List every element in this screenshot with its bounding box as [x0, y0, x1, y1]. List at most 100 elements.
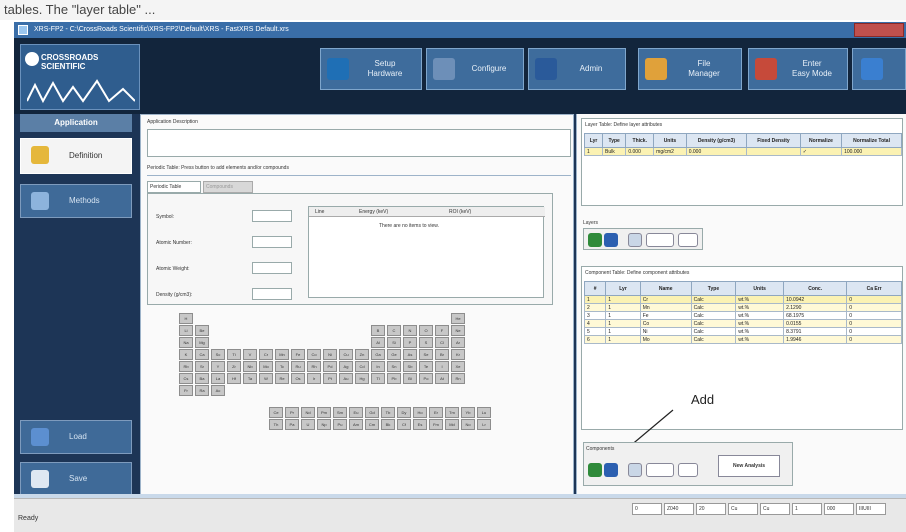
table-row[interactable]: 6 1 Mo Calc wt.% 1.9946 0 [583, 335, 902, 344]
element-sb-button[interactable]: Sb [403, 361, 417, 372]
element-lr-button[interactable]: Lr [477, 419, 491, 430]
table-cell[interactable]: 1.9946 [783, 335, 848, 344]
element-se-button[interactable]: Se [419, 349, 433, 360]
element-pr-button[interactable]: Pr [285, 407, 299, 418]
help-button[interactable] [852, 48, 906, 90]
component-add-icon[interactable] [588, 463, 602, 477]
element-br-button[interactable]: Br [435, 349, 449, 360]
table-cell[interactable]: 0 [846, 319, 902, 328]
element-bk-button[interactable]: Bk [381, 419, 395, 430]
table-cell[interactable]: 1 [605, 311, 641, 320]
window-controls[interactable] [854, 23, 904, 37]
element-rn-button[interactable]: Rn [451, 373, 465, 384]
table-cell[interactable]: Calc [690, 295, 737, 304]
column-header[interactable]: Normalize [799, 133, 843, 148]
column-header[interactable]: Normalize Total [841, 133, 902, 148]
table-cell[interactable]: wt.% [735, 303, 785, 312]
element-pm-button[interactable]: Pm [317, 407, 331, 418]
table-cell[interactable]: 100.000 [841, 147, 902, 156]
configure-button[interactable]: Configure [426, 48, 524, 90]
table-cell[interactable]: Mn [639, 303, 692, 312]
element-cu-button[interactable]: Cu [339, 349, 353, 360]
element-mo-button[interactable]: Mo [259, 361, 273, 372]
element-cd-button[interactable]: Cd [355, 361, 369, 372]
element-th-button[interactable]: Th [269, 419, 283, 430]
element-sn-button[interactable]: Sn [387, 361, 401, 372]
element-dy-button[interactable]: Dy [397, 407, 411, 418]
element-tb-button[interactable]: Tb [381, 407, 395, 418]
element-hf-button[interactable]: Hf [227, 373, 241, 384]
table-cell[interactable]: 5 [583, 327, 607, 336]
element-fr-button[interactable]: Fr [179, 385, 193, 396]
element-nd-button[interactable]: Nd [301, 407, 315, 418]
element-ta-button[interactable]: Ta [243, 373, 257, 384]
element-pb-button[interactable]: Pb [387, 373, 401, 384]
element-be-button[interactable]: Be [195, 325, 209, 336]
element-pt-button[interactable]: Pt [323, 373, 337, 384]
layer-add-icon[interactable] [588, 233, 602, 247]
table-cell[interactable]: 0 [846, 327, 902, 336]
column-header[interactable]: Conc. [783, 281, 848, 296]
element-zn-button[interactable]: Zn [355, 349, 369, 360]
element-ne-button[interactable]: Ne [451, 325, 465, 336]
element-c-button[interactable]: C [387, 325, 401, 336]
table-cell[interactable]: 0 [846, 335, 902, 344]
component-edit-icon[interactable] [628, 463, 642, 477]
table-cell[interactable]: ✓ [799, 147, 843, 156]
element-s-button[interactable]: S [419, 337, 433, 348]
element-ca-button[interactable]: Ca [195, 349, 209, 360]
element-bi-button[interactable]: Bi [403, 373, 417, 384]
component-redo-dropdown[interactable] [678, 463, 698, 477]
element-cf-button[interactable]: Cf [397, 419, 411, 430]
layer-edit-icon[interactable] [628, 233, 642, 247]
element-zr-button[interactable]: Zr [227, 361, 241, 372]
element-cr-button[interactable]: Cr [259, 349, 273, 360]
component-undo-dropdown[interactable] [646, 463, 674, 477]
table-cell[interactable]: 1 [605, 327, 641, 336]
element-in-button[interactable]: In [371, 361, 385, 372]
element-tc-button[interactable]: Tc [275, 361, 289, 372]
easy-mode-button[interactable]: Enter Easy Mode [748, 48, 848, 90]
element-sm-button[interactable]: Sm [333, 407, 347, 418]
table-cell[interactable]: wt.% [735, 335, 785, 344]
element-nb-button[interactable]: Nb [243, 361, 257, 372]
table-cell[interactable]: 2.1290 [783, 303, 848, 312]
element-kr-button[interactable]: Kr [451, 349, 465, 360]
element-po-button[interactable]: Po [419, 373, 433, 384]
table-cell[interactable]: 1 [583, 147, 604, 156]
column-header[interactable]: Lyr [583, 133, 604, 148]
table-cell[interactable]: wt.% [735, 319, 785, 328]
table-cell[interactable]: Ni [639, 327, 692, 336]
element-rb-button[interactable]: Rb [179, 361, 193, 372]
column-header[interactable]: Lyr [605, 281, 641, 296]
line-table[interactable]: Line Energy (keV) ROI (keV) There are no… [308, 206, 545, 298]
sidebar-item-methods[interactable]: Methods [20, 184, 132, 218]
element-ga-button[interactable]: Ga [371, 349, 385, 360]
table-row[interactable]: 5 1 Ni Calc wt.% 8.3791 0 [583, 327, 902, 336]
element-he-button[interactable]: He [451, 313, 465, 324]
element-os-button[interactable]: Os [291, 373, 305, 384]
table-cell[interactable] [746, 147, 801, 156]
column-header[interactable]: Fixed Density [746, 133, 801, 148]
element-co-button[interactable]: Co [307, 349, 321, 360]
element-rh-button[interactable]: Rh [307, 361, 321, 372]
save-button[interactable]: Save [20, 462, 132, 496]
load-button[interactable]: Load [20, 420, 132, 454]
layer-table[interactable]: Lyr Type Thick. Units Density (g/cm3) Fixed D… [583, 133, 902, 156]
element-al-button[interactable]: Al [371, 337, 385, 348]
element-sr-button[interactable]: Sr [195, 361, 209, 372]
element-k-button[interactable]: K [179, 349, 193, 360]
element-i-button[interactable]: I [435, 361, 449, 372]
element-md-button[interactable]: Md [445, 419, 459, 430]
element-mg-button[interactable]: Mg [195, 337, 209, 348]
table-cell[interactable]: Calc [690, 319, 737, 328]
column-header[interactable]: Type [690, 281, 737, 296]
table-cell[interactable]: 10.0942 [783, 295, 848, 304]
table-cell[interactable]: 0 [846, 311, 902, 320]
column-header[interactable]: Density (g/cm3) [685, 133, 748, 148]
element-es-button[interactable]: Es [413, 419, 427, 430]
table-cell[interactable]: wt.% [735, 311, 785, 320]
element-ba-button[interactable]: Ba [195, 373, 209, 384]
table-row[interactable]: 1 Bulk 0.000 mg/cm2 0.000 ✓ 100.000 [583, 147, 902, 156]
element-sc-button[interactable]: Sc [211, 349, 225, 360]
